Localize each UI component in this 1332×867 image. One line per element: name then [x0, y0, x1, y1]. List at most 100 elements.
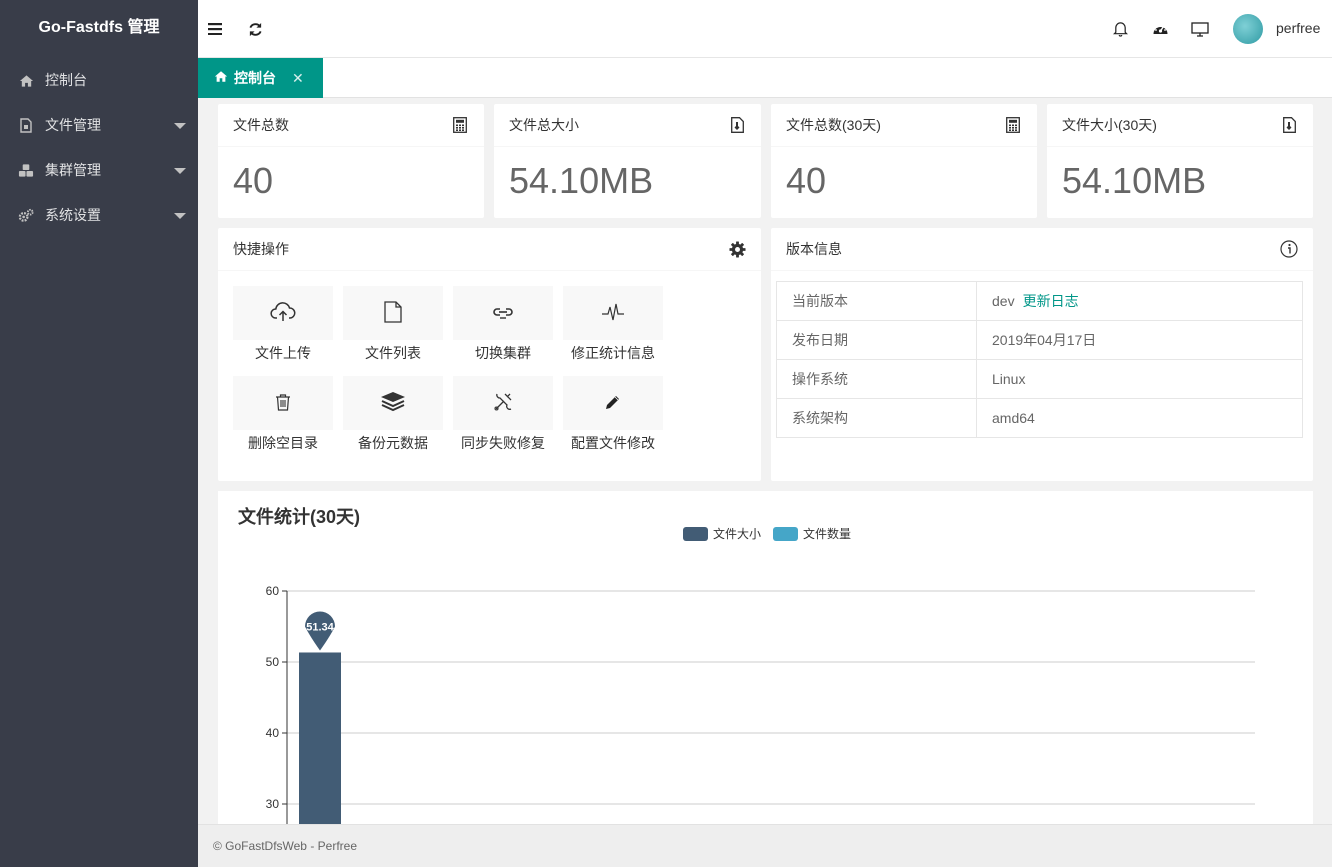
sidebar-item-label: 文件管理	[45, 117, 101, 133]
stat-value: 40	[233, 160, 274, 201]
stat-value: 40	[786, 160, 827, 201]
refresh-icon[interactable]	[243, 17, 267, 41]
fix-stats-button[interactable]: 修正统计信息	[563, 286, 663, 366]
upload-file-button[interactable]: 文件上传	[233, 286, 333, 366]
gears-icon	[18, 193, 34, 238]
avatar[interactable]	[1233, 14, 1263, 44]
sidebar-item-file-management[interactable]: 文件管理	[0, 103, 198, 148]
file-icon	[18, 103, 34, 148]
table-row: 当前版本 dev 更新日志	[776, 281, 1303, 321]
stat-card-size-30days: 文件大小(30天) 54.10MB	[1047, 104, 1313, 218]
tab-dashboard[interactable]: 控制台 ✕	[198, 58, 323, 98]
chevron-down-icon	[174, 168, 186, 174]
calculator-icon	[451, 116, 469, 134]
stat-card-total-size: 文件总大小 54.10MB	[494, 104, 761, 218]
table-row: 系统架构 amd64	[776, 398, 1303, 438]
action-label: 文件上传	[255, 345, 311, 361]
pulse-icon	[601, 301, 625, 326]
sidebar-item-label: 系统设置	[45, 207, 101, 223]
stat-value: 54.10MB	[1062, 160, 1207, 201]
table-row: 操作系统 Linux	[776, 359, 1303, 399]
stat-card-files-30days: 文件总数(30天) 40	[771, 104, 1037, 218]
chevron-down-icon	[174, 213, 186, 219]
action-label: 修正统计信息	[571, 345, 655, 361]
action-label: 备份元数据	[358, 435, 428, 451]
version-key: 发布日期	[776, 320, 977, 360]
action-label: 切换集群	[475, 345, 531, 361]
username[interactable]: perfree	[1276, 20, 1320, 36]
file-size-icon	[1280, 116, 1298, 134]
version-value: 2019年04月17日	[976, 320, 1303, 360]
sidebar-item-label: 集群管理	[45, 162, 101, 178]
tab-label: 控制台	[234, 70, 276, 86]
pencil-icon	[605, 394, 621, 413]
card-title: 版本信息	[786, 241, 842, 257]
version-value-cell: dev 更新日志	[976, 281, 1303, 321]
quick-actions-card: 快捷操作 文件上传 文件列表 切换集群 修正统计信息 删除空目录 备份元数据 同…	[218, 228, 761, 481]
file-list-button[interactable]: 文件列表	[343, 286, 443, 366]
version-key: 当前版本	[776, 281, 977, 321]
chevron-down-icon	[174, 123, 186, 129]
bar-chart: 60 50 40 30 51.34	[266, 584, 1255, 824]
switch-cluster-button[interactable]: 切换集群	[453, 286, 553, 366]
menu-toggle-icon[interactable]	[203, 17, 227, 41]
dashboard-gauge-icon[interactable]	[1148, 17, 1172, 41]
gear-icon[interactable]	[728, 240, 746, 258]
edit-config-button[interactable]: 配置文件修改	[563, 376, 663, 456]
sidebar-item-dashboard[interactable]: 控制台	[0, 58, 198, 103]
monitor-icon[interactable]	[1188, 17, 1212, 41]
y-tick-label: 40	[266, 726, 280, 740]
version-info-card: 版本信息 当前版本 dev 更新日志 发布日期 2019年04月17日 操作系统 …	[771, 228, 1313, 481]
action-label: 删除空目录	[248, 435, 318, 451]
file-icon	[384, 300, 402, 326]
stat-value: 54.10MB	[509, 160, 654, 201]
version-key: 系统架构	[776, 398, 977, 438]
top-header: perfree	[198, 0, 1332, 58]
y-tick-label: 50	[266, 655, 280, 669]
link-icon	[491, 304, 515, 323]
cluster-icon	[18, 148, 34, 193]
home-icon	[18, 58, 34, 103]
version-value: amd64	[976, 398, 1303, 438]
delete-empty-dirs-button[interactable]: 删除空目录	[233, 376, 333, 456]
calculator-icon	[1004, 116, 1022, 134]
sidebar-item-cluster-management[interactable]: 集群管理	[0, 148, 198, 193]
tab-bar: 控制台 ✕	[198, 58, 1332, 98]
info-icon	[1280, 240, 1298, 258]
stat-title: 文件大小(30天)	[1062, 117, 1157, 133]
stat-card-total-files: 文件总数 40	[218, 104, 484, 218]
sidebar: Go-Fastdfs 管理 控制台 文件管理 集群管理 系统设置	[0, 0, 198, 867]
layers-icon	[380, 391, 406, 416]
backup-metadata-button[interactable]: 备份元数据	[343, 376, 443, 456]
y-tick-label: 30	[266, 797, 280, 811]
action-label: 同步失败修复	[461, 435, 545, 451]
table-row: 发布日期 2019年04月17日	[776, 320, 1303, 360]
y-tick-label: 60	[266, 584, 280, 598]
action-label: 配置文件修改	[571, 435, 655, 451]
sidebar-item-system-settings[interactable]: 系统设置	[0, 193, 198, 238]
sidebar-item-label: 控制台	[45, 72, 87, 88]
home-icon	[214, 70, 228, 86]
tools-icon	[493, 392, 513, 415]
changelog-link[interactable]: 更新日志	[1023, 293, 1079, 309]
stat-title: 文件总大小	[509, 117, 579, 133]
version-key: 操作系统	[776, 359, 977, 399]
bell-icon[interactable]	[1108, 17, 1132, 41]
footer: © GoFastDfsWeb - Perfree	[198, 824, 1332, 867]
card-title: 快捷操作	[233, 241, 289, 257]
stat-title: 文件总数(30天)	[786, 117, 881, 133]
trash-icon	[274, 393, 292, 414]
marker-label: 51.34	[306, 621, 334, 633]
close-icon[interactable]: ✕	[292, 70, 304, 87]
action-label: 文件列表	[365, 345, 421, 361]
chart-bar	[299, 652, 341, 824]
file-size-icon	[728, 116, 746, 134]
file-stats-chart-card: 文件统计(30天) 文件大小 文件数量 60 50 40 30 51.34	[218, 491, 1313, 824]
cloud-upload-icon	[270, 301, 296, 325]
sync-repair-button[interactable]: 同步失败修复	[453, 376, 553, 456]
version-table: 当前版本 dev 更新日志 发布日期 2019年04月17日 操作系统 Linux…	[776, 281, 1303, 438]
version-value: Linux	[976, 359, 1303, 399]
stat-title: 文件总数	[233, 117, 289, 133]
version-value: dev	[992, 293, 1015, 309]
app-logo: Go-Fastdfs 管理	[38, 19, 160, 36]
